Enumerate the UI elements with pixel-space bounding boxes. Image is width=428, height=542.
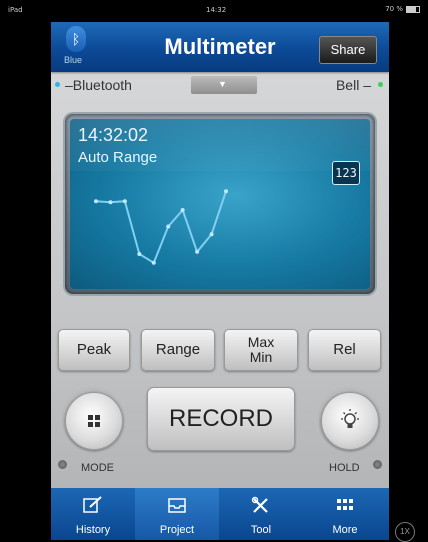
tab-project[interactable]: Project	[135, 488, 219, 540]
share-button[interactable]: Share	[319, 36, 377, 64]
tab-project-label: Project	[159, 524, 195, 536]
bluetooth-status-dot	[55, 82, 60, 87]
record-button[interactable]: RECORD	[147, 387, 295, 451]
tab-more[interactable]: More	[303, 488, 387, 540]
rel-label: Rel	[333, 341, 356, 358]
trace-line	[95, 190, 227, 265]
trace-point	[94, 199, 98, 204]
light-bulb-icon	[341, 409, 359, 428]
mode-button[interactable]	[65, 392, 123, 450]
trace-point	[180, 208, 185, 212]
mode-label: MODE	[81, 462, 114, 474]
status-bar: iPad 14:32 70 %	[0, 0, 428, 20]
clock: 14:32	[206, 6, 227, 14]
bell-status-label: Bell	[335, 77, 360, 93]
zoom-indicator[interactable]: 1X	[395, 522, 415, 542]
record-label: RECORD	[168, 405, 273, 432]
rel-button[interactable]: Rel	[308, 329, 381, 371]
max-min-label: Max Min	[247, 334, 275, 365]
battery-icon	[406, 5, 420, 13]
lcd-display: 14:32:02 Auto Range 123	[70, 119, 370, 289]
inbox-icon	[168, 498, 186, 513]
screw-right	[373, 460, 382, 469]
max-min-button[interactable]: Max Min	[224, 329, 298, 371]
battery-percent: 70 %	[385, 5, 403, 13]
grid-icon	[337, 499, 353, 510]
tab-history-label: History	[75, 524, 111, 536]
hold-label: HOLD	[329, 462, 360, 474]
display-frame: 14:32:02 Auto Range 123	[65, 114, 375, 294]
tab-tool-label: Tool	[250, 524, 272, 536]
device-label: iPad	[8, 6, 23, 14]
bell-status: Bell –	[335, 77, 371, 93]
tab-history[interactable]: History	[51, 488, 135, 540]
dropdown-handle[interactable]: ▼	[191, 76, 257, 94]
trace-point	[122, 199, 127, 204]
range-button[interactable]: Range	[141, 329, 215, 371]
bell-status-dot	[378, 82, 383, 87]
tab-more-label: More	[332, 524, 358, 536]
app-screen: ᛒ Blue Multimeter Share –Bluetooth ▼ Bel…	[51, 22, 389, 540]
peak-button[interactable]: Peak	[58, 329, 130, 371]
trace-point	[137, 252, 142, 256]
edit-icon	[83, 496, 102, 513]
trace-point	[209, 232, 214, 237]
trace-point	[166, 224, 171, 229]
battery-indicator: 70 %	[385, 5, 420, 13]
trace-point	[224, 189, 228, 194]
trace-point	[108, 200, 113, 205]
tab-bar: History Project Tool More	[51, 488, 389, 540]
grid-icon	[88, 415, 100, 427]
trace-point	[195, 249, 200, 254]
chevron-down-icon: ▼	[218, 79, 227, 89]
header: ᛒ Blue Multimeter Share	[51, 22, 389, 72]
tab-tool[interactable]: Tool	[219, 488, 303, 540]
bluetooth-status-label: Bluetooth	[72, 77, 132, 93]
range-label: Range	[155, 341, 201, 358]
tools-icon	[251, 496, 268, 513]
bluetooth-status: –Bluetooth	[65, 77, 132, 93]
hold-button[interactable]	[321, 392, 379, 450]
trace-point	[151, 260, 156, 265]
connection-bar: –Bluetooth ▼ Bell –	[51, 72, 389, 94]
screw-left	[58, 460, 67, 469]
peak-label: Peak	[76, 341, 112, 358]
trace-graph	[94, 189, 228, 265]
